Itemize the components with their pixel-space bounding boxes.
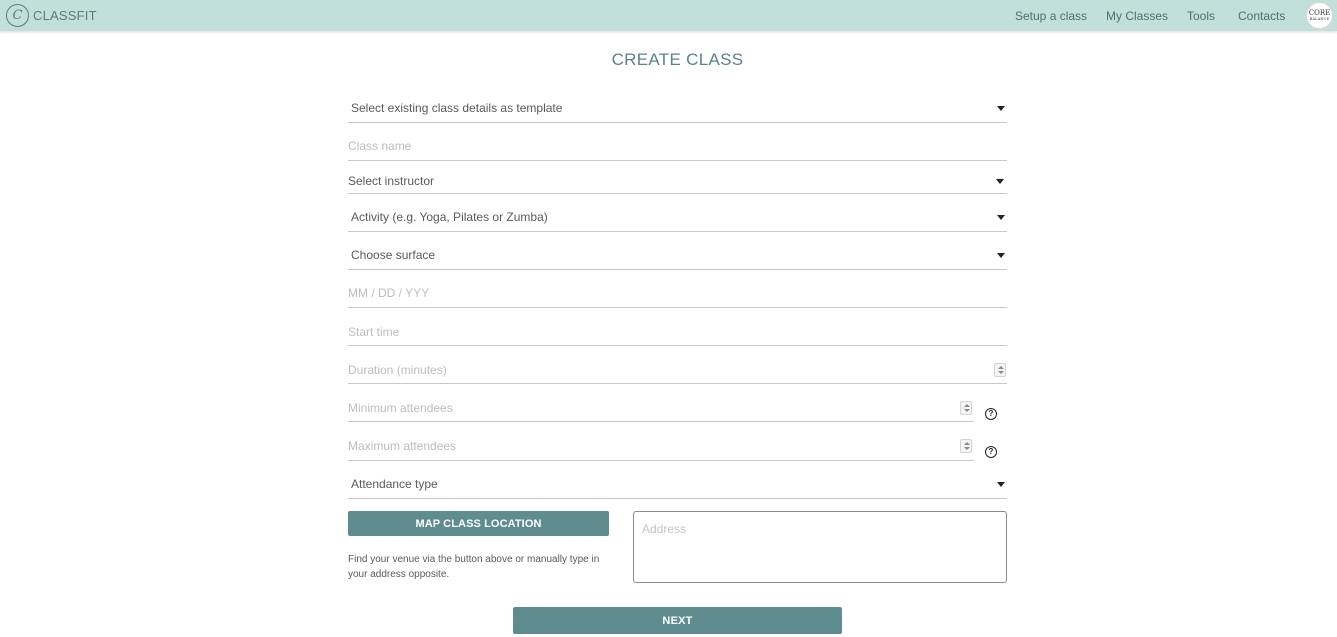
nav-setup-a-class[interactable]: Setup a class bbox=[1015, 9, 1087, 23]
caret-down-icon bbox=[997, 482, 1005, 487]
min-attendees-input[interactable]: Minimum attendees bbox=[348, 401, 974, 422]
instructor-select[interactable]: Select instructor bbox=[348, 174, 1007, 194]
map-class-location-button[interactable]: MAP CLASS LOCATION bbox=[348, 511, 609, 536]
attendance-type-label: Attendance type bbox=[351, 477, 438, 491]
max-attendees-placeholder: Maximum attendees bbox=[348, 439, 457, 453]
page-title: CREATE CLASS bbox=[611, 50, 744, 69]
classfit-logo-icon: C bbox=[6, 4, 29, 27]
map-location-hint: Find your venue via the button above or … bbox=[348, 554, 600, 580]
surface-select[interactable]: Choose surface bbox=[348, 248, 1007, 270]
template-select[interactable]: Select existing class details as templat… bbox=[348, 101, 1007, 123]
avatar-line-1: CORE bbox=[1308, 8, 1331, 17]
address-textarea[interactable]: Address bbox=[633, 511, 1007, 583]
max-attendees-input[interactable]: Maximum attendees bbox=[348, 439, 974, 461]
date-placeholder: MM / DD / YYY bbox=[348, 286, 430, 300]
brand-name: CLASSFIT bbox=[33, 8, 97, 23]
max-attendees-help-icon[interactable]: ? bbox=[985, 446, 997, 458]
caret-down-icon bbox=[997, 253, 1005, 258]
caret-down-icon bbox=[996, 179, 1004, 184]
surface-select-label: Choose surface bbox=[351, 248, 436, 262]
avatar-line-2: BALANCE bbox=[1309, 16, 1330, 21]
nav-my-classes[interactable]: My Classes bbox=[1106, 9, 1168, 23]
max-attendees-stepper-icon[interactable] bbox=[960, 439, 972, 453]
date-input[interactable]: MM / DD / YYY bbox=[348, 286, 1007, 308]
caret-down-icon bbox=[997, 106, 1005, 111]
min-attendees-stepper-icon[interactable] bbox=[960, 401, 972, 415]
top-navigation-bar: C CLASSFIT Setup a class My Classes Tool… bbox=[0, 0, 1337, 31]
address-placeholder: Address bbox=[642, 522, 687, 536]
min-attendees-help-icon[interactable]: ? bbox=[985, 408, 997, 420]
min-attendees-placeholder: Minimum attendees bbox=[348, 401, 453, 415]
nav-tools[interactable]: Tools bbox=[1187, 9, 1215, 23]
next-button[interactable]: NEXT bbox=[513, 607, 842, 634]
activity-select-label: Activity (e.g. Yoga, Pilates or Zumba) bbox=[351, 210, 548, 224]
duration-stepper-icon[interactable] bbox=[994, 363, 1006, 377]
caret-down-icon bbox=[997, 215, 1005, 220]
start-time-input[interactable]: Start time bbox=[348, 325, 1007, 346]
duration-placeholder: Duration (minutes) bbox=[348, 363, 447, 377]
brand-logo[interactable]: C CLASSFIT bbox=[6, 4, 97, 27]
start-time-placeholder: Start time bbox=[348, 325, 400, 339]
template-select-label: Select existing class details as templat… bbox=[351, 101, 563, 115]
class-name-input[interactable]: Class name bbox=[348, 139, 1007, 161]
instructor-select-label: Select instructor bbox=[348, 174, 435, 188]
attendance-type-select[interactable]: Attendance type bbox=[348, 477, 1007, 499]
class-name-placeholder: Class name bbox=[348, 139, 412, 153]
duration-input[interactable]: Duration (minutes) bbox=[348, 363, 1007, 384]
activity-select[interactable]: Activity (e.g. Yoga, Pilates or Zumba) bbox=[348, 210, 1007, 232]
account-avatar[interactable]: CORE BALANCE bbox=[1306, 2, 1333, 29]
nav-contacts[interactable]: Contacts bbox=[1238, 9, 1285, 23]
